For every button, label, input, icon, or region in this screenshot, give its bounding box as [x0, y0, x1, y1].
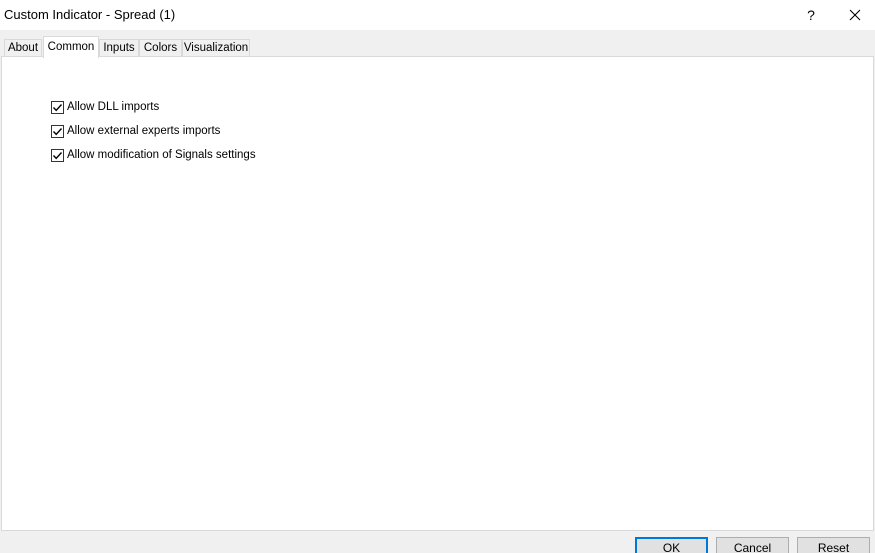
checkmark-icon: [52, 151, 63, 159]
close-button[interactable]: [832, 0, 875, 30]
allow-external-experts-imports-option[interactable]: Allow external experts imports: [51, 123, 220, 139]
checkmark-icon: [52, 127, 63, 135]
close-icon: [849, 9, 861, 21]
checkmark-icon: [52, 103, 63, 111]
tab-inputs[interactable]: Inputs: [99, 39, 139, 57]
allow-signals-modification-option[interactable]: Allow modification of Signals settings: [51, 147, 256, 163]
tab-strip: About Common Inputs Colors Visualization: [0, 30, 875, 58]
allow-external-experts-imports-label: Allow external experts imports: [67, 125, 221, 137]
allow-dll-imports-option[interactable]: Allow DLL imports: [51, 99, 159, 115]
dialog-footer: OK Cancel Reset: [0, 531, 875, 553]
ok-button[interactable]: OK: [635, 537, 708, 553]
common-tab-panel: Allow DLL imports Allow external experts…: [1, 56, 874, 531]
allow-dll-imports-checkbox[interactable]: [51, 100, 64, 114]
window-title: Custom Indicator - Spread (1): [4, 7, 176, 22]
title-bar: Custom Indicator - Spread (1) ?: [0, 0, 875, 30]
reset-button[interactable]: Reset: [797, 537, 870, 553]
allow-external-experts-imports-checkbox[interactable]: [51, 124, 64, 138]
help-button[interactable]: ?: [788, 0, 834, 30]
allow-signals-modification-label: Allow modification of Signals settings: [67, 149, 256, 161]
help-icon: ?: [807, 7, 815, 23]
tab-colors[interactable]: Colors: [139, 39, 182, 57]
cancel-button[interactable]: Cancel: [716, 537, 789, 553]
allow-dll-imports-label: Allow DLL imports: [67, 101, 160, 113]
tab-about[interactable]: About: [4, 39, 42, 57]
tab-common[interactable]: Common: [43, 36, 99, 58]
allow-signals-modification-checkbox[interactable]: [51, 148, 64, 162]
tab-visualization[interactable]: Visualization: [182, 39, 250, 57]
